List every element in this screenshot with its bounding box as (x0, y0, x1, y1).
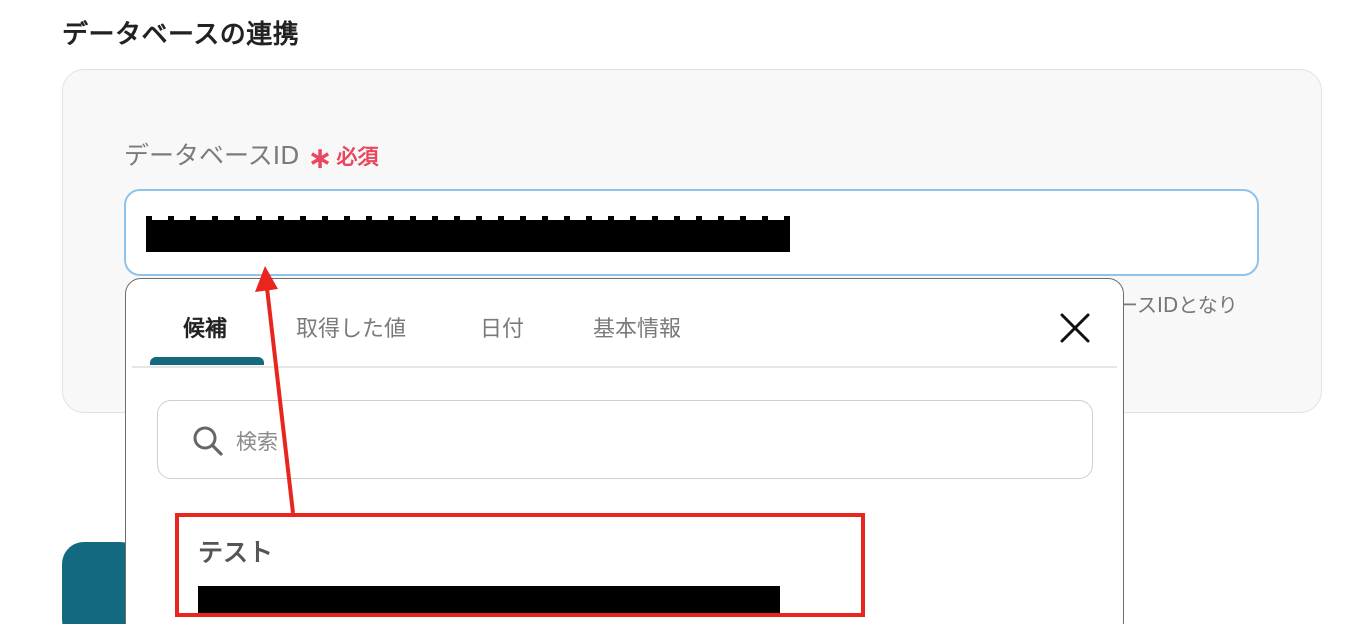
tab-acquired-values[interactable]: 取得した値 (296, 311, 406, 343)
tab-divider (132, 366, 1117, 368)
tab-basic-info[interactable]: 基本情報 (593, 311, 681, 343)
redacted-input-value (146, 216, 790, 252)
search-placeholder: 検索 (236, 430, 278, 454)
search-input[interactable]: 検索 (157, 400, 1093, 479)
tab-date[interactable]: 日付 (480, 311, 524, 343)
field-label-text: データベースID (124, 141, 300, 170)
active-tab-indicator (150, 357, 264, 365)
annotation-highlight-box (175, 513, 865, 617)
field-label: データベースID ∗ 必須 (124, 136, 379, 176)
section-title: データベースの連携 (62, 20, 300, 50)
required-badge: 必須 (336, 145, 379, 169)
required-star: ∗ (307, 141, 333, 176)
search-icon (192, 425, 224, 457)
tab-candidates[interactable]: 候補 (183, 311, 227, 343)
close-icon[interactable] (1058, 311, 1092, 345)
field-hint: ースIDとなり (1118, 293, 1238, 317)
